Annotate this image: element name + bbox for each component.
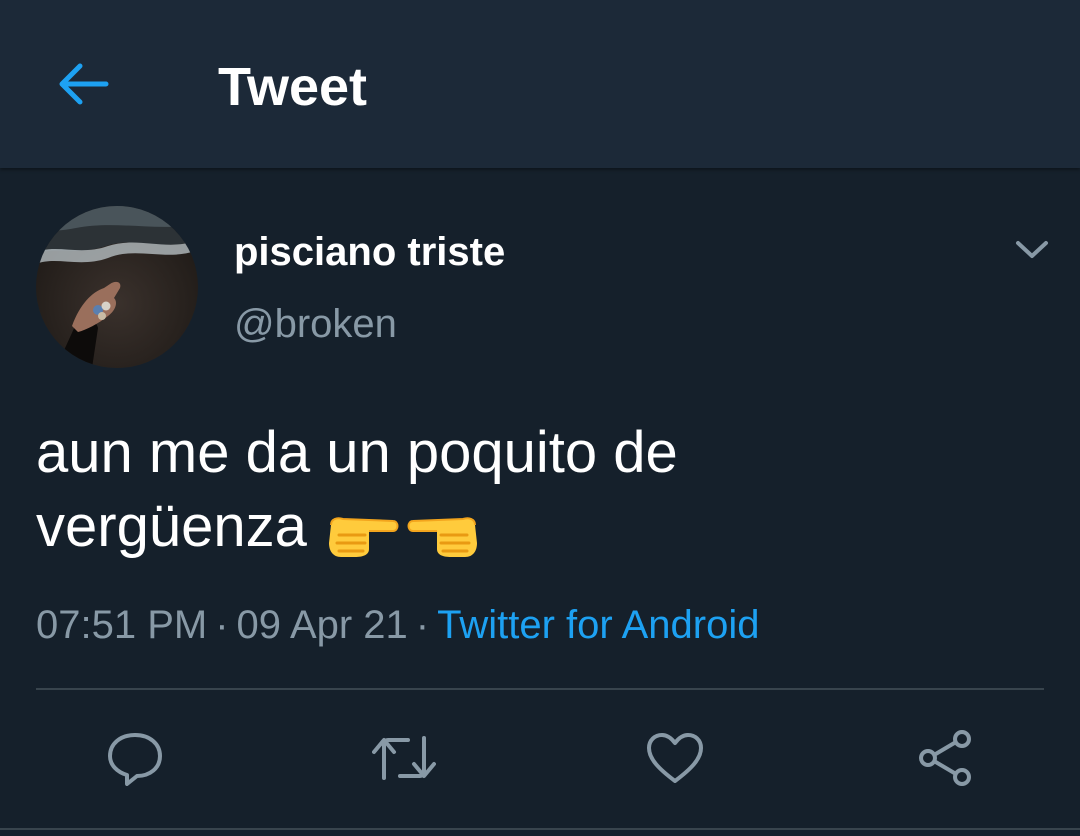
tweet-menu-button[interactable] — [1008, 228, 1056, 272]
tweet-text: aun me da un poquito de vergüenza — [36, 416, 1036, 568]
author-handle[interactable]: @broken — [234, 300, 397, 348]
page-title: Tweet — [218, 57, 368, 117]
tweet-text-line-2: vergüenza — [36, 494, 307, 559]
emoji-group — [325, 494, 481, 568]
avatar-image — [36, 206, 198, 368]
divider — [36, 688, 1044, 690]
chevron-down-icon — [1016, 241, 1048, 258]
tweet-source-link[interactable]: Twitter for Android — [437, 603, 759, 647]
retweet-button[interactable] — [372, 726, 436, 790]
separator: · — [415, 603, 430, 647]
reply-button[interactable] — [103, 726, 167, 790]
top-bar: Tweet — [0, 0, 1080, 168]
reply-icon — [108, 733, 162, 786]
tweet-date: 09 Apr 21 — [236, 603, 408, 647]
pointing-left-emoji — [407, 517, 477, 558]
tweet-metadata: 07:51 PM · 09 Apr 21 · Twitter for Android — [36, 598, 760, 652]
pointing-right-emoji — [328, 517, 399, 558]
back-button[interactable] — [52, 52, 116, 116]
avatar[interactable] — [36, 206, 198, 368]
share-button[interactable] — [913, 726, 977, 790]
tweet-text-line-2-container: vergüenza — [36, 490, 1036, 568]
tweet-detail-screen: Tweet pisciano triste @broken aun me da … — [0, 0, 1080, 836]
like-button[interactable] — [643, 726, 707, 790]
bottom-divider — [0, 828, 1080, 830]
retweet-icon — [372, 736, 436, 780]
separator: · — [215, 603, 229, 647]
share-icon — [919, 730, 971, 786]
author-name[interactable]: pisciano triste — [234, 228, 505, 276]
like-icon — [647, 733, 703, 783]
arrow-left-icon — [59, 63, 109, 105]
tweet-time: 07:51 PM — [36, 603, 208, 647]
tweet-text-line-1: aun me da un poquito de — [36, 420, 678, 485]
